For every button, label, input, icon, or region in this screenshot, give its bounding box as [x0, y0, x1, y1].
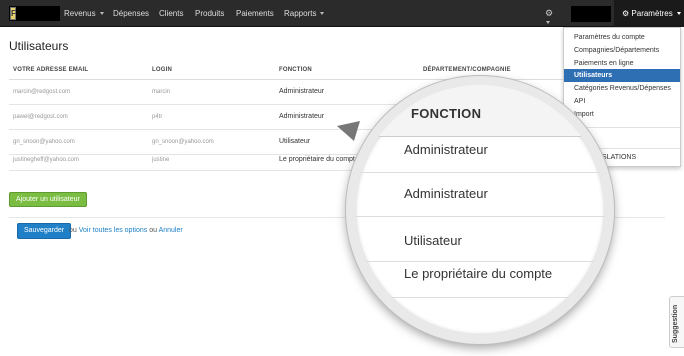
- magnifier-header: FONCTION: [355, 85, 605, 137]
- magnifier-row-divider: [355, 216, 605, 217]
- magnifier-row-divider: [355, 172, 605, 173]
- magnifier-cell: Administrateur: [404, 142, 488, 157]
- magnifier-cell: Utilisateur: [404, 233, 462, 248]
- magnifier-cell: Le propriétaire du compte: [404, 266, 553, 281]
- magnifier-row-divider: [355, 261, 605, 262]
- magnifier-cell: Administrateur: [404, 186, 488, 201]
- magnifier-header-label: FONCTION: [411, 106, 482, 121]
- magnifier-row-divider: [355, 297, 605, 298]
- suggestion-tab[interactable]: Suggestion: [669, 296, 684, 348]
- suggestion-label: Suggestion: [672, 304, 679, 343]
- magnifier-lens: FONCTION Administrateur Administrateur U…: [346, 76, 614, 344]
